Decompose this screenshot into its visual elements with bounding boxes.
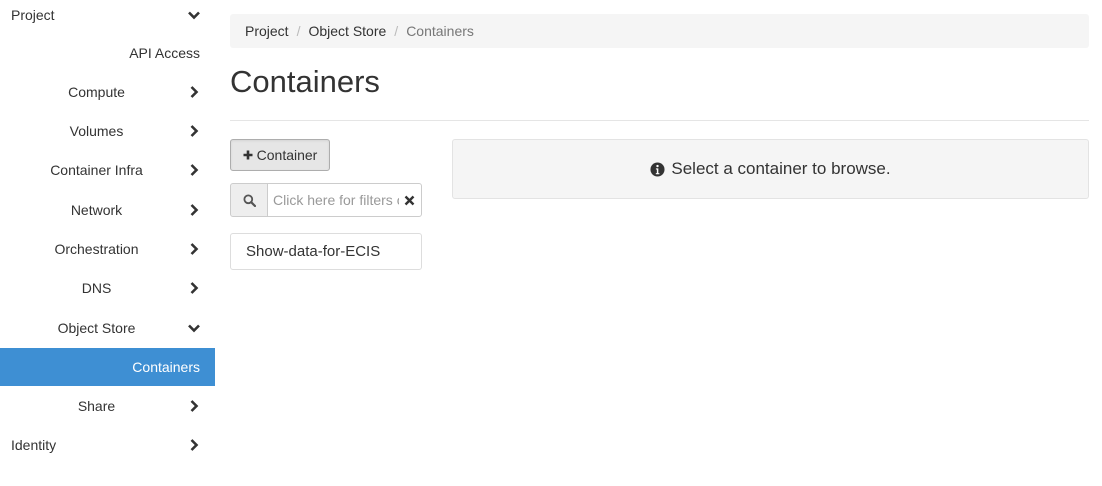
breadcrumb-object-store[interactable]: Object Store [308,23,386,39]
breadcrumb-separator: / [394,23,399,39]
chevron-down-icon [188,11,200,20]
sidebar-item-container-infra[interactable]: Container Infra [0,151,215,189]
search-addon [230,183,268,217]
sidebar-item-label: Identity [11,437,57,453]
sidebar-item-orchestration[interactable]: Orchestration [0,230,215,268]
sidebar-item-share[interactable]: Share [0,387,215,425]
chevron-right-icon [190,125,199,137]
sidebar-item-label: Container Infra [50,162,143,178]
sidebar-item-containers[interactable]: Containers [0,348,215,386]
breadcrumb-separator: / [296,23,301,39]
page-title: Containers [230,64,380,99]
browse-info-panel: Select a container to browse. [452,139,1089,199]
sidebar-item-volumes[interactable]: Volumes [0,112,215,150]
sidebar-item-label: Network [70,202,123,218]
add-container-label: Container [256,147,318,163]
chevron-right-icon [190,400,199,412]
sidebar-item-label: API Access [129,45,200,61]
breadcrumb: Project / Object Store / Containers [230,14,1089,48]
sidebar-item-api-access[interactable]: API Access [0,34,215,72]
sidebar-item-label: Containers [132,359,200,375]
sidebar-item-object-store[interactable]: Object Store [0,309,215,347]
chevron-right-icon [190,243,199,255]
search-icon [243,194,256,207]
chevron-right-icon [190,282,199,294]
title-divider [230,120,1089,121]
container-list-item[interactable]: Show-data-for-ECIS [230,233,422,270]
chevron-right-icon [190,164,199,176]
sidebar-item-label: Volumes [69,123,124,139]
info-circle-icon [650,161,665,177]
sidebar-item-dns[interactable]: DNS [0,269,215,307]
chevron-right-icon [190,204,199,216]
container-name: Show-data-for-ECIS [246,243,381,260]
sidebar-item-project[interactable]: Project [0,0,215,34]
container-search [230,183,422,217]
sidebar-item-identity[interactable]: Identity [0,426,215,464]
sidebar-item-compute[interactable]: Compute [0,73,215,111]
sidebar-item-label: Project [11,7,55,23]
sidebar-item-label: Share [77,398,116,414]
sidebar-item-label: Compute [68,84,125,100]
sidebar-item-label: DNS [81,280,112,296]
breadcrumb-project[interactable]: Project [245,23,289,39]
browse-info-message: Select a container to browse. [671,159,891,178]
sidebar-item-network[interactable]: Network [0,191,215,229]
plus-icon [243,150,253,160]
sidebar-item-label: Orchestration [54,241,139,257]
close-icon[interactable] [404,195,415,206]
sidebar: Project API Access Compute Volumes Conta… [0,0,215,486]
search-input[interactable] [267,183,422,217]
add-container-button[interactable]: Container [230,139,330,171]
chevron-right-icon [190,439,199,451]
sidebar-item-label: Object Store [57,320,136,336]
chevron-right-icon [190,86,199,98]
chevron-down-icon [188,324,200,333]
breadcrumb-current: Containers [406,23,474,39]
